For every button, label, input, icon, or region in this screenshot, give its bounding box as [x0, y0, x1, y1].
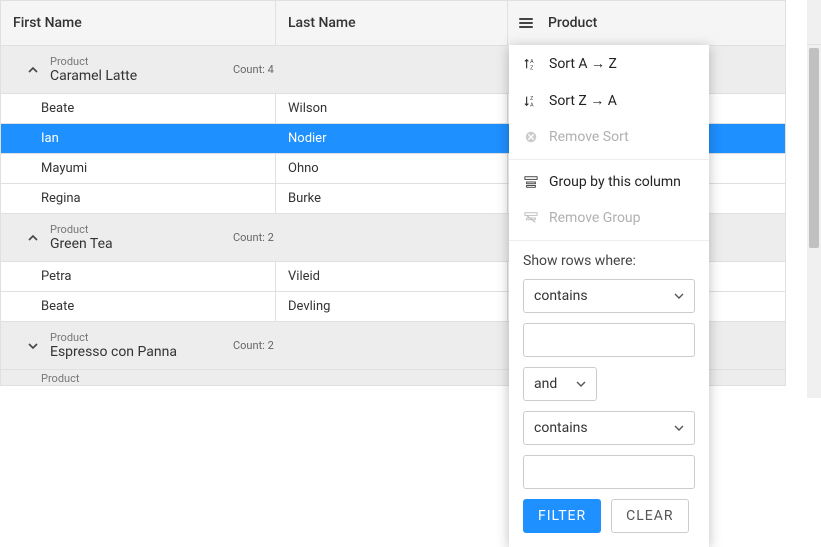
menu-item-label: Remove Sort — [549, 129, 629, 145]
column-header-product[interactable]: Product — [508, 1, 785, 45]
header-label: Last Name — [288, 15, 356, 31]
header-row: First Name Last Name Product — [1, 1, 785, 46]
menu-item-label: Group by this column — [549, 174, 681, 190]
group-title: ProductEspresso con Panna — [50, 331, 177, 361]
svg-text:Z: Z — [530, 96, 533, 102]
filter-logic-select[interactable]: and — [523, 367, 597, 401]
sort-asc-icon: AZ — [523, 56, 539, 72]
chevron-down-icon — [674, 293, 684, 299]
menu-item-label: Sort A → Z — [549, 55, 617, 72]
remove-group-icon — [523, 210, 539, 226]
select-value: contains — [534, 288, 588, 304]
cell-first-name: Mayumi — [1, 154, 276, 183]
menu-remove-group: Remove Group — [509, 200, 709, 236]
svg-text:A: A — [530, 59, 534, 65]
filter-value-2-input[interactable] — [523, 455, 695, 489]
group-field-label: Product — [41, 372, 79, 385]
filter-section: Show rows where: contains and contains F… — [509, 245, 709, 533]
cell-first-name: Beate — [1, 292, 276, 321]
header-label: First Name — [13, 15, 82, 31]
column-menu-dropdown: AZ Sort A → Z ZA Sort Z → A Remove Sort … — [509, 45, 709, 547]
cell-last-name: Wilson — [276, 94, 508, 123]
remove-sort-icon — [523, 129, 539, 145]
group-count: Count: 4 — [233, 63, 274, 76]
filter-apply-button[interactable]: FILTER — [523, 499, 601, 533]
button-label: FILTER — [538, 508, 586, 524]
group-value: Green Tea — [50, 236, 113, 253]
filter-label: Show rows where: — [523, 253, 695, 269]
svg-text:A: A — [530, 102, 534, 108]
vertical-scrollbar[interactable] — [807, 0, 821, 398]
column-menu-button[interactable] — [516, 13, 536, 33]
column-header-last-name[interactable]: Last Name — [276, 1, 508, 45]
select-value: and — [534, 376, 557, 392]
button-label: CLEAR — [626, 508, 673, 524]
sort-desc-icon: ZA — [523, 93, 539, 109]
chevron-down-icon — [576, 381, 586, 387]
select-value: contains — [534, 420, 588, 436]
cell-first-name: Beate — [1, 94, 276, 123]
cell-last-name: Ohno — [276, 154, 508, 183]
menu-remove-sort: Remove Sort — [509, 119, 709, 155]
filter-operator-2-select[interactable]: contains — [523, 411, 695, 445]
group-value: Caramel Latte — [50, 68, 137, 85]
menu-divider — [509, 159, 709, 160]
menu-group-by[interactable]: Group by this column — [509, 164, 709, 200]
filter-clear-button[interactable]: CLEAR — [611, 499, 688, 533]
menu-sort-desc[interactable]: ZA Sort Z → A — [509, 82, 709, 119]
cell-first-name: Petra — [1, 262, 276, 291]
group-title: ProductGreen Tea — [50, 223, 113, 253]
svg-text:Z: Z — [530, 65, 533, 71]
header-label: Product — [548, 15, 597, 31]
cell-last-name: Nodier — [276, 124, 508, 153]
chevron-down-icon — [674, 425, 684, 431]
group-count: Count: 2 — [233, 231, 274, 244]
menu-divider — [509, 240, 709, 241]
chevron-up-icon — [26, 63, 40, 77]
group-field-label: Product — [50, 223, 113, 236]
group-title: ProductCaramel Latte — [50, 55, 137, 85]
group-value: Espresso con Panna — [50, 344, 177, 361]
cell-last-name: Devling — [276, 292, 508, 321]
scroll-thumb[interactable] — [809, 48, 819, 248]
chevron-down-icon — [26, 339, 40, 353]
hamburger-icon — [519, 16, 533, 30]
cell-first-name: Ian — [1, 124, 276, 153]
group-by-icon — [523, 174, 539, 190]
column-header-first-name[interactable]: First Name — [1, 1, 276, 45]
cell-last-name: Burke — [276, 184, 508, 213]
cell-first-name: Regina — [1, 184, 276, 213]
chevron-up-icon — [26, 231, 40, 245]
menu-item-label: Sort Z → A — [549, 92, 617, 109]
group-field-label: Product — [50, 55, 137, 68]
menu-sort-asc[interactable]: AZ Sort A → Z — [509, 45, 709, 82]
menu-item-label: Remove Group — [549, 210, 641, 226]
filter-operator-1-select[interactable]: contains — [523, 279, 695, 313]
cell-last-name: Vileid — [276, 262, 508, 291]
group-field-label: Product — [50, 331, 177, 344]
filter-value-1-input[interactable] — [523, 323, 695, 357]
group-count: Count: 2 — [233, 339, 274, 352]
